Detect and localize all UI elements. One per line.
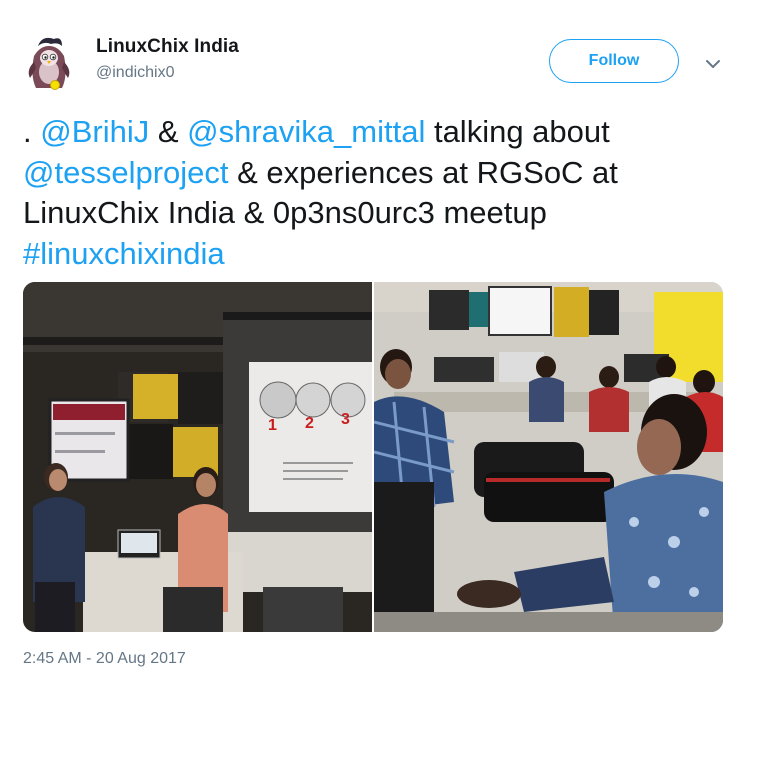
tweet-text-segment: & <box>149 114 188 149</box>
presentation-scene: 1 2 3 <box>23 282 372 632</box>
screen-number-3: 3 <box>341 411 350 428</box>
screen-number-1: 1 <box>268 417 277 434</box>
display-name[interactable]: LinuxChix India <box>96 36 239 58</box>
media-grid: 1 2 3 <box>23 282 723 632</box>
mention-brihij-link[interactable]: @BrihiJ <box>40 114 149 149</box>
tweet-timestamp[interactable]: 2:45 AM - 20 Aug 2017 <box>23 650 186 668</box>
user-handle[interactable]: @indichix0 <box>96 64 175 82</box>
more-options-button[interactable] <box>700 54 726 74</box>
tweet-text-segment: talking about <box>425 114 610 149</box>
chevron-down-icon <box>706 60 720 68</box>
follow-button[interactable]: Follow <box>549 39 679 83</box>
penguin-avatar-icon <box>28 37 70 90</box>
tweet-text: . @BrihiJ & @shravika_mittal talking abo… <box>23 112 743 274</box>
tweet-text-segment: . <box>23 114 41 149</box>
mention-shravika-mittal-link[interactable]: @shravika_mittal <box>187 114 425 149</box>
audience-scene <box>374 282 723 632</box>
presentation-photo[interactable]: 1 2 3 <box>23 282 372 632</box>
hashtag-linuxchixindia-link[interactable]: #linuxchixindia <box>23 236 225 271</box>
mention-tesselproject-link[interactable]: @tesselproject <box>23 155 229 190</box>
audience-photo[interactable] <box>374 282 723 632</box>
screen-number-2: 2 <box>305 415 314 432</box>
avatar[interactable] <box>24 36 74 90</box>
